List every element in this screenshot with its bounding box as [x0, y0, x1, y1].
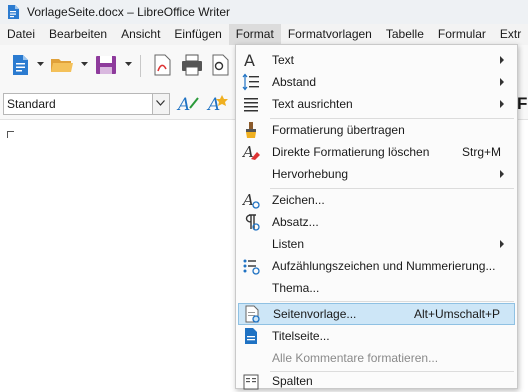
partial-toolbar-label: F: [517, 94, 528, 113]
chevron-right-icon: [500, 240, 504, 248]
window-title: VorlageSeite.docx – LibreOffice Writer: [27, 5, 230, 19]
chevron-down-icon[interactable]: [37, 61, 44, 67]
combobox-dropdown-button[interactable]: [152, 94, 169, 114]
new-style-icon[interactable]: A: [206, 93, 230, 115]
print-preview-icon[interactable]: [208, 53, 232, 77]
menu-tabelle[interactable]: Tabelle: [379, 24, 431, 45]
menu-item-alle-kommentare-formatieren: Alle Kommentare formatieren...: [272, 351, 439, 365]
paragraph-icon: [245, 214, 260, 231]
menu-bar: Datei Bearbeiten Ansicht Einfügen Format…: [0, 24, 528, 45]
export-pdf-icon[interactable]: [150, 53, 174, 77]
menu-item-aufzaehlungszeichen[interactable]: Aufzählungszeichen und Nummerierung...: [238, 255, 515, 277]
menu-separator: [270, 301, 514, 302]
paragraph-style-combobox[interactable]: Standard: [3, 93, 170, 115]
title-bar: VorlageSeite.docx – LibreOffice Writer: [0, 0, 528, 24]
menu-bearbeiten[interactable]: Bearbeiten: [42, 24, 114, 45]
title-page-icon: [245, 328, 257, 344]
menu-formular[interactable]: Formular: [431, 24, 493, 45]
chevron-right-icon: [500, 100, 504, 108]
writer-app-icon: [8, 5, 19, 19]
menu-item-absatz[interactable]: Absatz...: [238, 211, 515, 233]
menu-item-listen[interactable]: Listen: [238, 233, 515, 255]
chevron-down-icon: [156, 100, 165, 106]
menu-item-hervorhebung[interactable]: Hervorhebung: [238, 163, 515, 185]
shortcut-label: Alt+Umschalt+P: [413, 307, 500, 321]
svg-text:A: A: [244, 51, 255, 69]
svg-text:A: A: [176, 95, 190, 115]
menu-item-text-ausrichten[interactable]: Text ausrichten: [238, 93, 515, 115]
page-style-icon: [245, 305, 260, 323]
menu-item-spalten[interactable]: Spalten: [238, 370, 515, 392]
menu-item-direkte-formatierung-loeschen[interactable]: A Direkte Formatierung löschen Strg+M: [238, 141, 515, 163]
update-style-icon[interactable]: A: [176, 93, 200, 115]
menu-item-seitenvorlage[interactable]: Seitenvorlage... Alt+Umschalt+P: [238, 303, 515, 325]
open-folder-icon[interactable]: [50, 53, 74, 77]
spacing-icon: [242, 73, 259, 91]
chevron-down-icon[interactable]: [125, 61, 132, 67]
text-a-icon: A: [244, 51, 255, 69]
save-icon[interactable]: [94, 53, 118, 77]
paragraph-style-value: Standard: [7, 97, 56, 111]
menu-item-text[interactable]: A Text: [238, 49, 515, 71]
paintbrush-icon: [246, 122, 256, 138]
toolbar-separator: [140, 55, 141, 77]
text-boundary-mark: [7, 131, 14, 138]
align-text-icon: [244, 98, 258, 112]
menu-format[interactable]: Format: [228, 24, 281, 45]
menu-item-formatierung-uebertragen[interactable]: Formatierung übertragen: [238, 119, 515, 141]
character-icon: A: [242, 191, 260, 209]
format-menu: A Text Abstand Text ausrichten Formatier…: [235, 44, 518, 392]
chevron-down-icon[interactable]: [81, 61, 88, 67]
menu-ansicht[interactable]: Ansicht: [114, 24, 167, 45]
menu-item-thema[interactable]: Thema...: [238, 277, 515, 299]
chevron-right-icon: [500, 56, 504, 64]
chevron-right-icon: [500, 170, 504, 178]
menu-datei[interactable]: Datei: [0, 24, 42, 45]
new-document-icon[interactable]: [8, 53, 32, 77]
svg-text:A: A: [206, 95, 220, 115]
menu-formatvorlagen[interactable]: Formatvorlagen: [281, 24, 379, 45]
shortcut-label: Strg+M: [461, 145, 501, 159]
menu-extras[interactable]: Extr: [493, 24, 528, 45]
svg-text:A: A: [242, 191, 254, 209]
print-icon[interactable]: [180, 53, 204, 77]
bullets-numbering-icon: [243, 259, 260, 275]
columns-icon: [243, 374, 259, 390]
menu-item-titelseite[interactable]: Titelseite...: [238, 325, 515, 347]
menu-einfuegen[interactable]: Einfügen: [167, 24, 228, 45]
menu-item-abstand[interactable]: Abstand: [238, 71, 515, 93]
menu-item-zeichen[interactable]: A Zeichen...: [238, 189, 515, 211]
chevron-right-icon: [500, 78, 504, 86]
clear-formatting-icon: A: [242, 143, 260, 161]
